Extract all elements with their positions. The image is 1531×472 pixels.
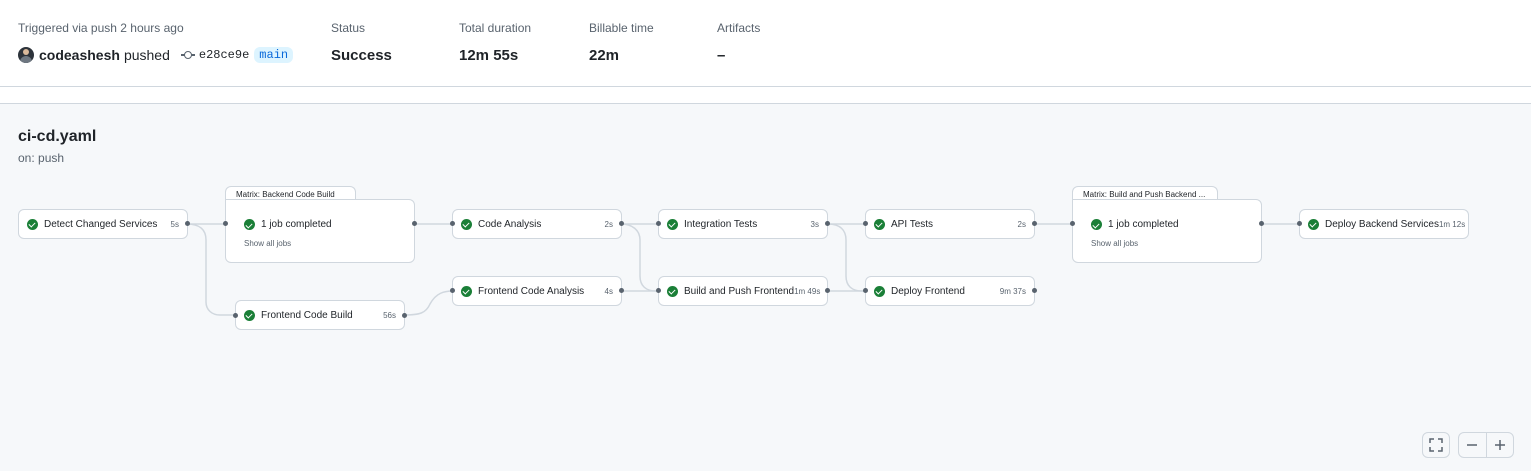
job-name: Frontend Code Analysis [478, 285, 585, 297]
status-block: Status Success [331, 20, 392, 66]
trigger-label: Triggered via push 2 hours ago [18, 21, 184, 35]
success-check-icon [667, 218, 678, 230]
success-check-icon [244, 219, 255, 230]
duration-label: Total duration [459, 21, 532, 35]
success-check-icon [1308, 218, 1319, 230]
connector-dot [450, 288, 455, 293]
connector-dot [412, 221, 417, 226]
matrix-build-push-backend[interactable]: 1 job completed Show all jobs [1072, 199, 1262, 263]
job-build-and-push-frontend[interactable]: Build and Push Frontend 1m 49s [658, 276, 828, 306]
connector-dot [1070, 221, 1075, 226]
status-label: Status [331, 21, 366, 35]
show-all-jobs-link[interactable]: Show all jobs [244, 239, 291, 248]
billable-label: Billable time [589, 21, 654, 35]
connector-dot [450, 221, 455, 226]
job-deploy-backend-services[interactable]: Deploy Backend Services 1m 12s [1299, 209, 1469, 239]
zoom-controls [1458, 432, 1514, 458]
job-api-tests[interactable]: API Tests 2s [865, 209, 1035, 239]
connector-dot [233, 313, 238, 318]
connector-dot [619, 288, 624, 293]
branch-badge[interactable]: main [254, 47, 294, 63]
job-duration: 56s [383, 310, 396, 320]
connector-dot [825, 221, 830, 226]
connector-dot [1297, 221, 1302, 226]
avatar[interactable] [18, 47, 34, 63]
git-commit-icon [180, 48, 195, 62]
billable-block: Billable time 22m [589, 20, 654, 66]
action-text: pushed [123, 47, 170, 63]
duration-value: 12m 55s [459, 47, 519, 64]
success-check-icon [874, 218, 885, 230]
matrix-backend-tab: Matrix: Backend Code Build [225, 186, 356, 200]
zoom-in-icon [1494, 440, 1505, 450]
job-duration: 1m 12s [1438, 219, 1466, 229]
connector-dot [825, 288, 830, 293]
connector-dot [863, 288, 868, 293]
job-frontend-code-analysis[interactable]: Frontend Code Analysis 4s [452, 276, 622, 306]
billable-value: 22m [589, 47, 620, 64]
connector-dot [619, 221, 624, 226]
success-check-icon [1091, 219, 1102, 230]
connector-dot [656, 288, 661, 293]
artifacts-block: Artifacts – [717, 20, 760, 66]
edge-frontendbuild-frontendanalysis [403, 290, 454, 316]
run-summary: Triggered via push 2 hours ago codeashes… [0, 0, 1531, 87]
job-duration: 2s [1017, 219, 1026, 229]
job-name: Integration Tests [684, 218, 758, 230]
status-value: Success [331, 47, 392, 64]
connector-dot [1032, 288, 1037, 293]
zoom-out-button[interactable] [1459, 433, 1486, 457]
matrix-push-backend-tab: Matrix: Build and Push Backend ... [1072, 186, 1218, 200]
job-name: Frontend Code Build [261, 309, 353, 321]
artifacts-value: – [717, 47, 726, 64]
success-check-icon [244, 309, 255, 321]
job-duration: 5s [170, 219, 179, 229]
job-name: Deploy Backend Services [1325, 218, 1439, 230]
success-check-icon [667, 285, 678, 297]
matrix-status: 1 job completed [1108, 219, 1179, 230]
connector-dot [1032, 221, 1037, 226]
duration-block: Total duration 12m 55s [459, 20, 531, 66]
job-duration: 3s [810, 219, 819, 229]
artifacts-label: Artifacts [717, 21, 761, 35]
job-duration: 1m 49s [794, 286, 821, 296]
job-name: Detect Changed Services [44, 218, 158, 230]
zoom-out-icon [1467, 444, 1478, 446]
job-name: Code Analysis [478, 218, 542, 230]
connector-dot [863, 221, 868, 226]
fullscreen-icon [1429, 438, 1443, 452]
job-duration: 2s [604, 219, 613, 229]
success-check-icon [27, 218, 38, 230]
job-integration-tests[interactable]: Integration Tests 3s [658, 209, 828, 239]
matrix-backend-code-build[interactable]: 1 job completed Show all jobs [225, 199, 415, 263]
zoom-in-button[interactable] [1485, 433, 1514, 457]
job-detect-changed-services[interactable]: Detect Changed Services 5s [18, 209, 188, 239]
job-duration: 4s [604, 286, 613, 296]
job-name: Build and Push Frontend [684, 285, 795, 297]
connector-dot [402, 313, 407, 318]
connector-dot [185, 221, 190, 226]
job-code-analysis[interactable]: Code Analysis 2s [452, 209, 622, 239]
workflow-graph[interactable]: ci-cd.yaml on: push Detect Changed Servi… [0, 103, 1531, 471]
fullscreen-button[interactable] [1422, 432, 1450, 458]
job-deploy-frontend[interactable]: Deploy Frontend 9m 37s [865, 276, 1035, 306]
success-check-icon [461, 285, 472, 297]
connector-dot [1259, 221, 1264, 226]
show-all-jobs-link[interactable]: Show all jobs [1091, 239, 1138, 248]
matrix-status: 1 job completed [261, 219, 332, 230]
actor-link[interactable]: codeashesh [39, 47, 120, 63]
job-duration: 9m 37s [999, 286, 1026, 296]
connector-dot [223, 221, 228, 226]
edge-codeanalysis-buildpush [620, 223, 660, 292]
success-check-icon [874, 285, 885, 297]
success-check-icon [461, 218, 472, 230]
job-frontend-code-build[interactable]: Frontend Code Build 56s [235, 300, 405, 330]
trigger-block: Triggered via push 2 hours ago codeashes… [18, 20, 294, 65]
connector-dot [656, 221, 661, 226]
job-name: API Tests [891, 218, 934, 230]
commit-sha-link[interactable]: e28ce9e [199, 48, 249, 62]
edge-integration-deployfrontend [827, 223, 866, 292]
job-name: Deploy Frontend [891, 285, 965, 297]
